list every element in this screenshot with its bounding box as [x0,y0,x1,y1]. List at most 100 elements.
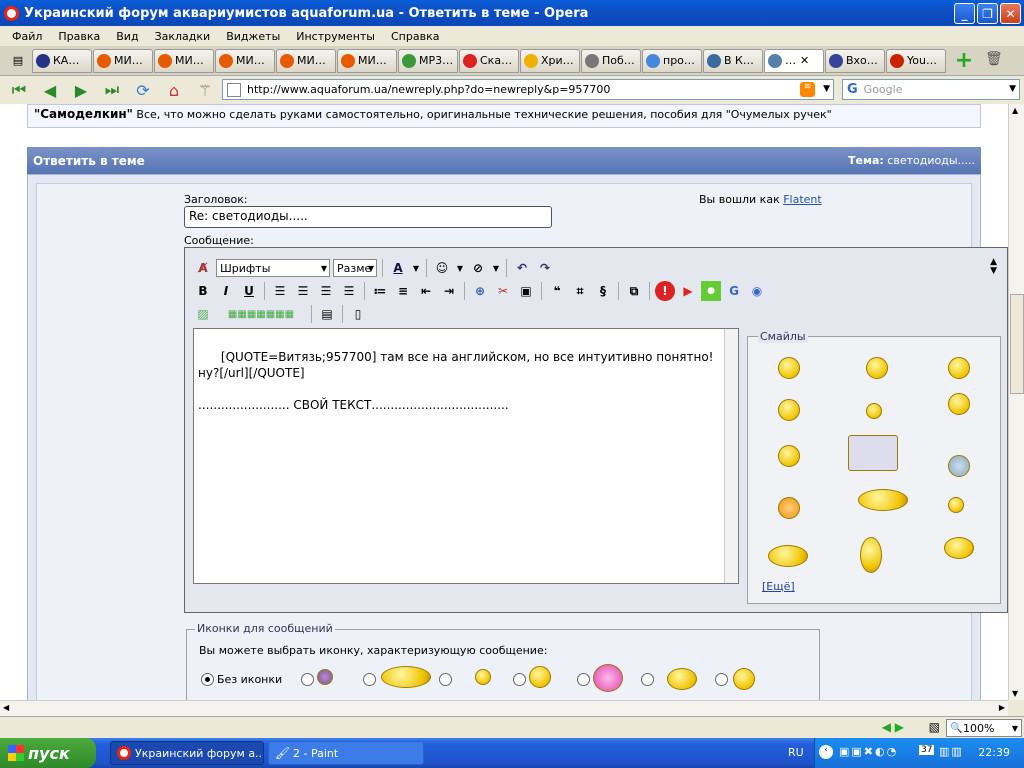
bold-icon[interactable]: B [193,281,213,301]
tab-2[interactable]: МИ… [154,48,214,73]
reload-icon[interactable]: ⟳ [130,79,156,101]
text-color-icon[interactable]: A [388,258,408,278]
smiley-idea-icon[interactable] [866,403,882,419]
insert-image-icon[interactable]: ▣ [516,281,536,301]
spoiler-icon[interactable]: § [593,281,613,301]
document-icon[interactable]: ▤ [317,304,337,324]
smiley-hands-up-icon[interactable] [948,393,970,415]
smiley-group-icon[interactable] [768,545,808,567]
menu-help[interactable]: Справка [383,30,447,43]
blank-page-icon[interactable]: ▯ [348,304,368,324]
underline-icon[interactable]: U [239,281,259,301]
scroll-thumb[interactable] [1010,294,1024,394]
switch-mode-icon[interactable]: ⧉ [624,281,644,301]
size-select[interactable]: Разме ▼ [333,259,377,277]
icon-radio-3[interactable] [439,673,452,686]
menu-widgets[interactable]: Виджеты [218,30,288,43]
indent-icon[interactable]: ⇥ [439,281,459,301]
smiley-cool-icon[interactable] [778,399,800,421]
restore-button[interactable]: ❐ [977,3,998,24]
google-search-icon[interactable]: G [724,281,744,301]
scroll-left-icon[interactable]: ◀ [3,703,9,712]
smiley-banana-icon[interactable] [778,445,800,467]
align-center-icon[interactable]: ☰ [293,281,313,301]
home-icon[interactable]: ⌂ [161,79,187,101]
smiley-computer-icon[interactable] [866,357,888,379]
menu-file[interactable]: Файл [4,30,50,43]
unlink-icon[interactable]: ✂ [493,281,513,301]
icon-radio-2[interactable] [363,673,376,686]
icon-radio-1[interactable] [301,673,314,686]
text-color-chevron-icon[interactable]: ▼ [411,258,421,278]
taskbar-item-paint[interactable]: 🖌 2 - Paint [268,741,424,765]
tab-12[interactable]: … ✕ [764,48,824,73]
message-textarea[interactable]: [QUOTE=Витязь;957700] там все на английс… [193,328,739,584]
smiley-graduate-icon[interactable] [948,357,970,379]
icon-radio-5[interactable] [577,673,590,686]
unordered-list-icon[interactable]: ≡ [393,281,413,301]
quote-icon[interactable]: ❝ [547,281,567,301]
chevron-down-icon[interactable]: ▼ [823,84,830,94]
tab-8[interactable]: Хри… [520,48,580,73]
warning-icon[interactable]: ! [655,281,675,301]
tab-14[interactable]: You… [886,48,946,73]
tab-3[interactable]: МИ… [215,48,275,73]
tray-icons[interactable]: ▣▣✖◐◔ [839,745,898,758]
undo-icon[interactable]: ↶ [512,258,532,278]
redo-icon[interactable]: ↷ [535,258,555,278]
tab-6[interactable]: МР3… [398,48,458,73]
youtube-icon[interactable]: ▶ [678,281,698,301]
scroll-down-icon[interactable]: ▼ [1012,689,1018,698]
tray-more-icons[interactable]: ▥▥ [939,745,964,758]
image-toggle-icon[interactable]: ▧ [929,720,940,734]
smiley-confused-icon[interactable] [948,455,970,477]
tab-11[interactable]: В К… [703,48,763,73]
smiley-globe-icon[interactable] [948,497,964,513]
smiley-chevron-icon[interactable]: ▼ [455,258,465,278]
smiley-sign-icon[interactable] [860,537,882,573]
rss-icon[interactable]: ≋ [800,82,815,97]
textarea-scrollbar[interactable] [724,329,738,583]
icon-radio-4[interactable] [513,673,526,686]
attachment-icon[interactable]: ⊘ [468,258,488,278]
remove-format-icon[interactable]: A̸ [193,258,213,278]
italic-icon[interactable]: I [216,281,236,301]
user-link[interactable]: Flatent [783,193,822,206]
video-icon[interactable]: ● [701,281,721,301]
tab-7[interactable]: Ска… [459,48,519,73]
menu-edit[interactable]: Правка [50,30,108,43]
scroll-up-icon[interactable]: ▲ [1012,106,1018,115]
no-icon-radio[interactable] [201,673,214,686]
back-icon[interactable]: ◀ [37,79,63,101]
language-indicator[interactable]: RU [788,746,804,759]
menu-tools[interactable]: Инструменты [288,30,383,43]
tab-5[interactable]: МИ… [337,48,397,73]
tab-9[interactable]: Поб… [581,48,641,73]
tab-0[interactable]: КА… [32,48,92,73]
smiley-desk-icon[interactable] [848,435,898,471]
translate-icon[interactable]: ◉ [747,281,767,301]
align-left-icon[interactable]: ☰ [270,281,290,301]
tab-10[interactable]: про… [642,48,702,73]
smiley-fight-icon[interactable] [858,489,908,511]
page-vertical-scrollbar[interactable]: ▲ ▼ [1008,104,1024,700]
tab-1[interactable]: МИ… [93,48,153,73]
search-engine-chevron-icon[interactable]: ▼ [1009,84,1016,94]
forum-name[interactable]: "Самоделкин" [34,107,133,121]
align-justify-icon[interactable]: ☰ [339,281,359,301]
smiley-dance-icon[interactable] [944,537,974,559]
scroll-right-icon[interactable]: ▶ [999,703,1005,712]
smiley-insert-icon[interactable]: ☺ [432,258,452,278]
taskbar-item-opera[interactable]: Украинский форум а... [110,741,264,765]
tab-13[interactable]: Вхо… [825,48,885,73]
smiley-smile-icon[interactable] [778,357,800,379]
table-icon[interactable]: ▦▦▦▦▦▦▦ [216,304,306,324]
attachment-chevron-icon[interactable]: ▼ [491,258,501,278]
fast-forward-icon[interactable]: ⏭ [99,79,125,101]
menu-view[interactable]: Вид [108,30,146,43]
address-bar[interactable]: http://www.aquaforum.ua/newreply.php?do=… [222,79,834,100]
close-button[interactable]: ✕ [1000,3,1021,24]
tray-expand-icon[interactable]: ‹ [819,745,833,759]
trash-icon[interactable]: 🗑 [985,51,1005,71]
icon-radio-6[interactable] [641,673,654,686]
